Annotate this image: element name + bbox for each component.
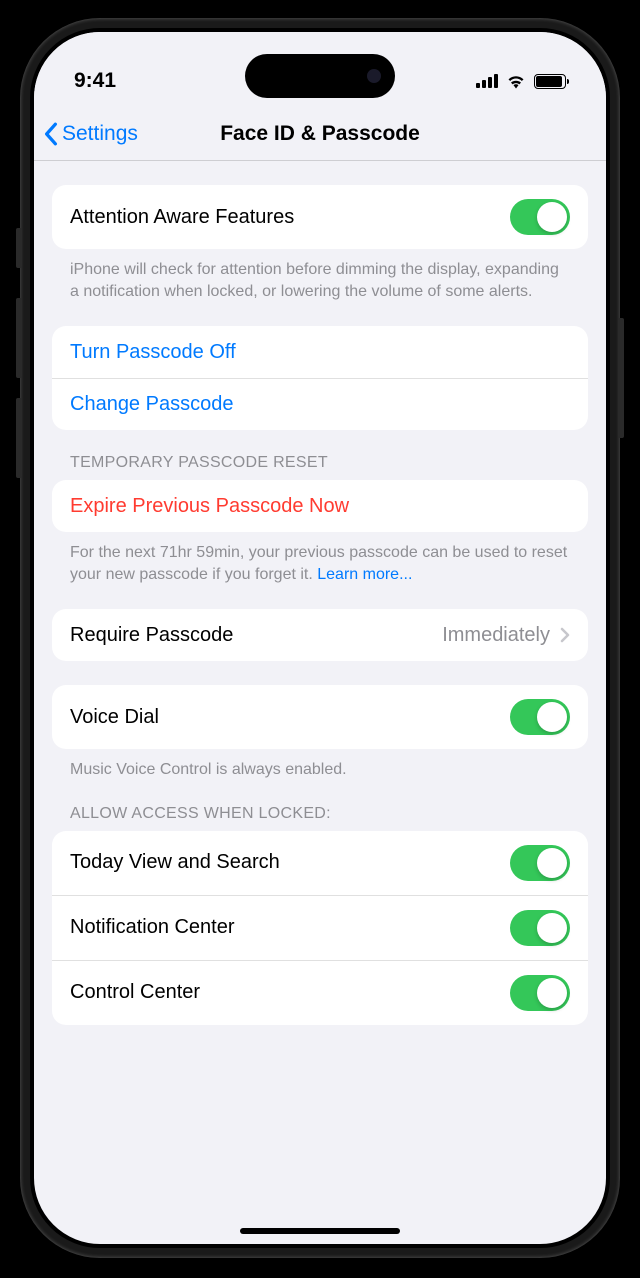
wifi-icon (506, 73, 526, 89)
temporary-header: TEMPORARY PASSCODE RESET (52, 454, 588, 480)
control-center-label: Control Center (70, 981, 200, 1004)
attention-aware-label: Attention Aware Features (70, 206, 294, 229)
change-passcode-label: Change Passcode (70, 393, 233, 416)
notification-center-label: Notification Center (70, 916, 235, 939)
status-icons (476, 73, 566, 89)
mute-switch (16, 228, 22, 268)
volume-up-button (16, 298, 22, 378)
back-button[interactable]: Settings (44, 122, 138, 146)
cellular-signal-icon (476, 74, 498, 88)
settings-content[interactable]: Attention Aware Features iPhone will che… (34, 161, 606, 1233)
expire-passcode-button[interactable]: Expire Previous Passcode Now (52, 480, 588, 532)
power-button (618, 318, 624, 438)
status-time: 9:41 (74, 69, 116, 93)
control-center-row[interactable]: Control Center (52, 960, 588, 1025)
home-indicator[interactable] (240, 1228, 400, 1234)
temporary-footer: For the next 71hr 59min, your previous p… (52, 532, 588, 585)
chevron-right-icon (560, 627, 570, 643)
navigation-bar: Settings Face ID & Passcode (34, 112, 606, 161)
attention-section: Attention Aware Features iPhone will che… (52, 185, 588, 302)
attention-aware-toggle[interactable] (510, 199, 570, 235)
notification-center-row[interactable]: Notification Center (52, 895, 588, 960)
voice-dial-row[interactable]: Voice Dial (52, 685, 588, 749)
battery-icon (534, 74, 566, 89)
attention-footer: iPhone will check for attention before d… (52, 249, 588, 302)
phone-frame: 9:41 Settings Face ID & Passcod (20, 18, 620, 1258)
allow-access-header: ALLOW ACCESS WHEN LOCKED: (52, 805, 588, 831)
voice-dial-section: Voice Dial Music Voice Control is always… (52, 685, 588, 781)
today-view-row[interactable]: Today View and Search (52, 831, 588, 895)
turn-passcode-off-button[interactable]: Turn Passcode Off (52, 326, 588, 378)
temporary-reset-section: TEMPORARY PASSCODE RESET Expire Previous… (52, 454, 588, 585)
dynamic-island (245, 54, 395, 98)
volume-down-button (16, 398, 22, 478)
turn-passcode-off-label: Turn Passcode Off (70, 341, 236, 364)
require-passcode-section: Require Passcode Immediately (52, 609, 588, 661)
change-passcode-button[interactable]: Change Passcode (52, 378, 588, 430)
back-label: Settings (62, 122, 138, 146)
voice-dial-label: Voice Dial (70, 706, 159, 729)
attention-aware-row[interactable]: Attention Aware Features (52, 185, 588, 249)
control-center-toggle[interactable] (510, 975, 570, 1011)
expire-passcode-label: Expire Previous Passcode Now (70, 495, 349, 518)
chevron-left-icon (44, 122, 58, 146)
require-passcode-row[interactable]: Require Passcode Immediately (52, 609, 588, 661)
voice-dial-footer: Music Voice Control is always enabled. (52, 749, 588, 781)
today-view-label: Today View and Search (70, 851, 280, 874)
notification-center-toggle[interactable] (510, 910, 570, 946)
phone-screen: 9:41 Settings Face ID & Passcod (30, 28, 610, 1248)
learn-more-link[interactable]: Learn more... (317, 566, 412, 583)
today-view-toggle[interactable] (510, 845, 570, 881)
require-passcode-value: Immediately (442, 624, 550, 647)
require-passcode-label: Require Passcode (70, 624, 233, 647)
voice-dial-toggle[interactable] (510, 699, 570, 735)
passcode-section: Turn Passcode Off Change Passcode (52, 326, 588, 430)
allow-access-section: ALLOW ACCESS WHEN LOCKED: Today View and… (52, 805, 588, 1025)
